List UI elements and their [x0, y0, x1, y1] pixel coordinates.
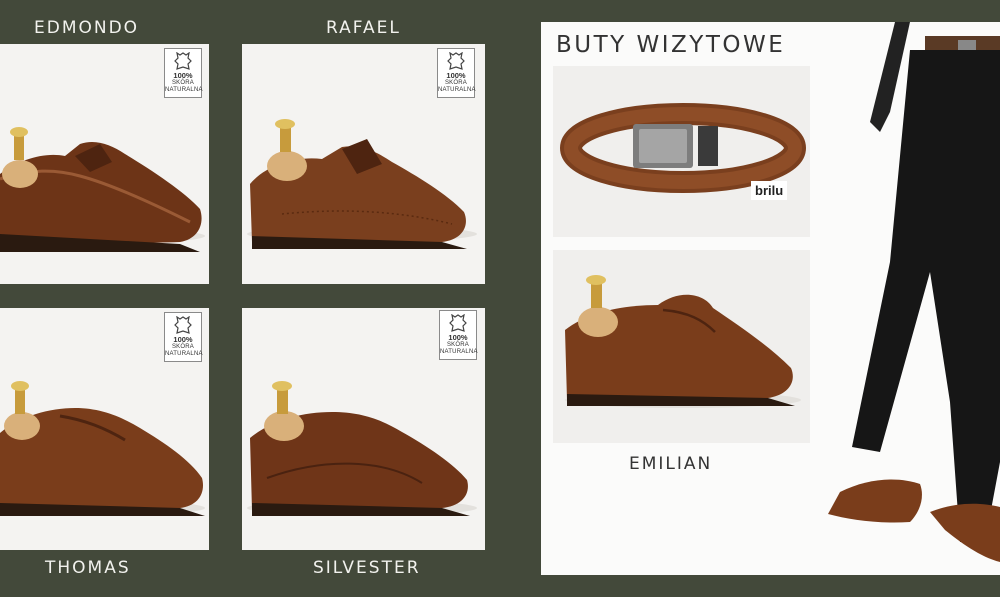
product-name-silvester[interactable]: SILVESTER [313, 558, 421, 578]
belt-card[interactable]: brilu [553, 66, 810, 237]
leather-hide-icon [447, 52, 465, 70]
product-collage: EDMONDO RAFAEL THOMAS SILVESTER 100% SKÓ… [0, 0, 1000, 597]
product-name-emilian[interactable]: EMILIAN [629, 454, 712, 474]
leather-hide-icon [174, 316, 192, 334]
leather-badge: 100% SKÓRA NATURALNA [439, 310, 478, 360]
leather-hide-icon [174, 52, 192, 70]
model-image [828, 22, 1000, 562]
shoe-image-emilian [565, 275, 801, 408]
leather-badge: 100% SKÓRA NATURALNA [164, 312, 203, 362]
product-card-edmondo[interactable]: 100% SKÓRA NATURALNA [0, 44, 209, 284]
product-card-silvester[interactable]: 100% SKÓRA NATURALNA [242, 308, 485, 550]
belt-image [560, 103, 806, 193]
leather-hide-icon [449, 314, 467, 332]
leather-badge: 100% SKÓRA NATURALNA [437, 48, 476, 98]
brand-logo: brilu [751, 181, 788, 200]
product-card-emilian[interactable] [553, 250, 810, 443]
product-name-thomas[interactable]: THOMAS [45, 558, 131, 578]
product-name-rafael[interactable]: RAFAEL [326, 18, 401, 38]
product-name-edmondo[interactable]: EDMONDO [34, 18, 139, 38]
section-heading: BUTY WIZYTOWE [556, 32, 786, 58]
featured-panel: BUTY WIZYTOWE brilu EMILIAN [541, 22, 1000, 575]
leather-badge: 100% SKÓRA NATURALNA [164, 48, 203, 98]
product-card-rafael[interactable]: 100% SKÓRA NATURALNA [242, 44, 485, 284]
product-card-thomas[interactable]: 100% SKÓRA NATURALNA [0, 308, 209, 550]
